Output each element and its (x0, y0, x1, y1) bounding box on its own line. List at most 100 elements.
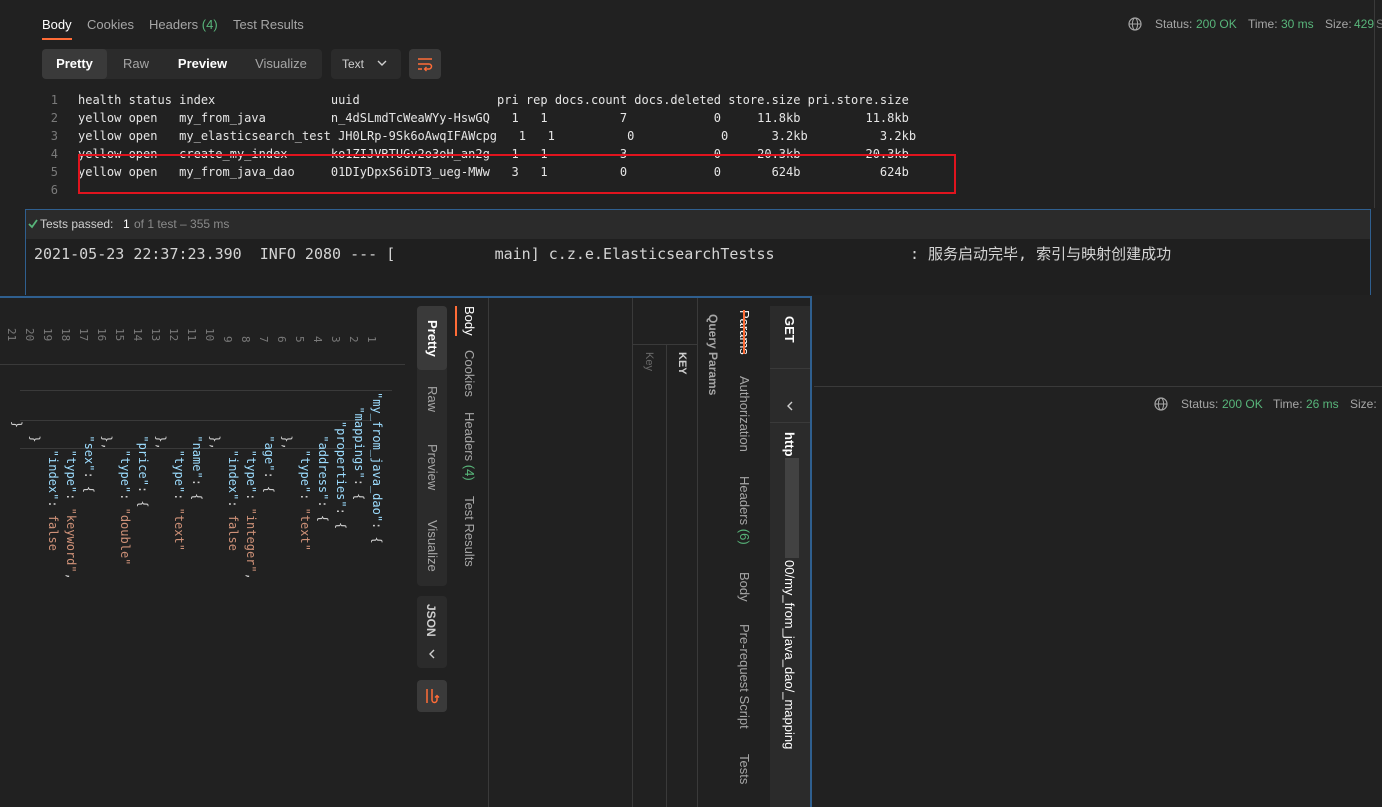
panel-divider (814, 386, 1382, 387)
json-key: "type" (298, 392, 312, 494)
method-selector[interactable]: GET (782, 316, 797, 343)
tab-headers-count: (4) (201, 17, 218, 32)
log-line: 2021-05-23 22:37:23.390 INFO 2080 --- [ … (34, 245, 1172, 263)
tab-headers-label: Headers (737, 476, 752, 526)
tab-tests[interactable]: Tests (737, 754, 752, 784)
globe-icon[interactable] (1154, 397, 1168, 411)
tab-headers-count: (6) (737, 528, 752, 545)
json-line: "mappings": { (352, 392, 366, 500)
json-line: }, (280, 392, 294, 450)
top-response-panel: Body Cookies Headers (4) Test Results St… (0, 0, 1382, 208)
code-line: 6 (0, 181, 78, 199)
size-value[interactable]: 429 (1354, 17, 1374, 31)
url-path: 00/my_from_java_dao/_mapping (782, 560, 797, 750)
json-key: "price" (136, 392, 150, 486)
tab-headers-label: Headers (149, 17, 199, 32)
json-punct: : (172, 493, 186, 508)
tests-status-bar: Tests passed: 1 of 1 test – 355 ms (26, 210, 1370, 238)
table-border (666, 344, 667, 807)
json-punct: : (64, 493, 78, 508)
json-key: "name" (190, 392, 204, 479)
wrap-lines-button[interactable] (417, 680, 447, 712)
line-number: 8 (239, 336, 252, 343)
json-line: "type": "keyword", (64, 392, 78, 580)
key-input[interactable]: Key (643, 352, 655, 371)
line-number: 16 (95, 328, 108, 342)
json-key: "address" (316, 392, 330, 501)
json-line: "index": false (226, 392, 240, 551)
json-punct: }, (280, 392, 294, 450)
url-input[interactable]: http (782, 432, 797, 457)
view-preview-button[interactable]: Preview (425, 444, 440, 490)
view-pretty-button[interactable]: Pretty (425, 320, 440, 357)
code-line: 2 yellow open my_from_java n_4dSLmdTcWeaW… (0, 109, 909, 127)
tab-body[interactable]: Body (42, 17, 72, 32)
tab-headers[interactable]: Headers (4) (149, 17, 218, 32)
json-line: "index": false (46, 392, 60, 551)
status-value[interactable]: 200 OK (1196, 17, 1237, 31)
json-line: "name": { (190, 392, 204, 500)
json-key: "index" (226, 392, 240, 501)
chevron-down-icon (376, 57, 388, 72)
line-number: 2 (50, 111, 58, 125)
json-boolean: false (226, 514, 240, 551)
size-label: Size: (1325, 17, 1352, 31)
globe-icon[interactable] (1128, 17, 1142, 31)
status-label: Status: (1181, 397, 1219, 411)
tab-body[interactable]: Body (737, 572, 752, 602)
code-text: yellow open my_from_java n_4dSLmdTcWeaWY… (78, 111, 909, 125)
tab-pre-request-script[interactable]: Pre-request Script (737, 624, 752, 729)
chevron-left-icon[interactable] (784, 400, 796, 415)
json-punct: } (28, 392, 42, 443)
line-number: 14 (131, 328, 144, 342)
view-raw-button[interactable]: Raw (425, 386, 440, 412)
tab-headers-count: (4) (462, 464, 477, 481)
wrap-lines-icon (424, 688, 440, 707)
json-key: "type" (118, 392, 132, 494)
json-line: "properties": { (334, 392, 348, 529)
format-dropdown[interactable]: Text (331, 49, 401, 79)
view-preview-button[interactable]: Preview (165, 49, 240, 79)
json-string: "keyword" (64, 507, 78, 573)
view-visualize-button[interactable]: Visualize (425, 520, 440, 572)
json-line: } (28, 392, 42, 443)
line-number: 1 (50, 93, 58, 107)
tab-authorization[interactable]: Authorization (737, 376, 752, 452)
json-line: "price": { (136, 392, 150, 507)
line-number: 9 (221, 336, 234, 343)
line-number: 5 (50, 165, 58, 179)
edge-text: S (1376, 17, 1382, 31)
view-pretty-button[interactable]: Pretty (42, 49, 107, 79)
time-value[interactable]: 26 ms (1306, 397, 1339, 411)
tab-test-results[interactable]: Test Results (233, 17, 304, 32)
tab-response-cookies[interactable]: Cookies (462, 350, 477, 397)
format-dropdown-value: Text (342, 57, 365, 71)
json-key: "sex" (82, 392, 96, 472)
tab-headers[interactable]: Headers (6) (737, 476, 752, 545)
tab-response-body[interactable]: Body (462, 306, 477, 336)
time-label: Time: (1248, 17, 1278, 31)
json-punct: }, (154, 392, 168, 450)
json-line: }, (208, 392, 222, 449)
line-number: 4 (50, 147, 58, 161)
key-column-header: KEY (676, 352, 688, 375)
view-visualize-button[interactable]: Visualize (240, 49, 322, 79)
line-number: 7 (257, 336, 270, 343)
json-punct: : (244, 493, 258, 508)
active-tab-indicator (455, 306, 457, 336)
tab-cookies[interactable]: Cookies (87, 17, 134, 32)
line-number: 1 (365, 336, 378, 343)
size-label: Size: (1350, 397, 1377, 411)
tab-response-headers[interactable]: Headers (4) (462, 412, 477, 481)
line-number: 21 (5, 328, 18, 342)
json-punct: } (10, 392, 24, 429)
status-value[interactable]: 200 OK (1222, 397, 1263, 411)
line-number: 12 (167, 328, 180, 342)
view-raw-button[interactable]: Raw (107, 49, 165, 79)
tab-response-test-results[interactable]: Test Results (462, 496, 477, 567)
highlight-box (78, 154, 956, 194)
time-value[interactable]: 30 ms (1281, 17, 1314, 31)
blurred-host (785, 458, 799, 558)
wrap-lines-button[interactable] (409, 49, 441, 79)
tests-detail: of 1 test – 355 ms (134, 217, 230, 231)
